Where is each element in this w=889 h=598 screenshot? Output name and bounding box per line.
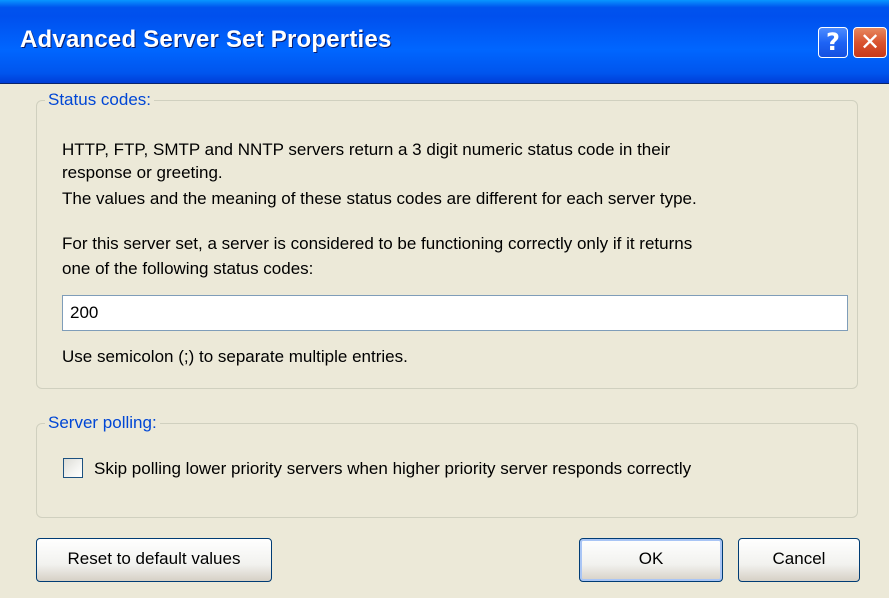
- cancel-button[interactable]: Cancel: [738, 538, 860, 582]
- status-codes-legend: Status codes:: [45, 90, 155, 110]
- server-polling-legend: Server polling:: [45, 413, 160, 433]
- skip-polling-label[interactable]: Skip polling lower priority servers when…: [94, 457, 691, 480]
- title-bar[interactable]: Advanced Server Set Properties ? ✕: [0, 0, 889, 84]
- dialog-window: Advanced Server Set Properties ? ✕ Statu…: [0, 0, 889, 598]
- status-codes-input[interactable]: [62, 295, 848, 331]
- status-codes-hint: Use semicolon (;) to separate multiple e…: [62, 347, 408, 366]
- ok-button[interactable]: OK: [579, 538, 723, 582]
- window-title: Advanced Server Set Properties: [20, 26, 392, 53]
- status-description-line1: HTTP, FTP, SMTP and NNTP servers return …: [62, 140, 671, 159]
- help-button[interactable]: ?: [818, 27, 848, 58]
- close-button[interactable]: ✕: [853, 27, 887, 58]
- skip-polling-checkbox[interactable]: [63, 458, 83, 478]
- close-icon: ✕: [859, 28, 881, 56]
- status-instruction-line1: For this server set, a server is conside…: [62, 234, 693, 253]
- status-description-line3: The values and the meaning of these stat…: [62, 189, 697, 208]
- reset-defaults-button[interactable]: Reset to default values: [36, 538, 272, 582]
- status-instruction-line2: one of the following status codes:: [62, 259, 314, 278]
- status-description-line2: response or greeting.: [62, 163, 223, 182]
- help-icon: ?: [826, 28, 840, 56]
